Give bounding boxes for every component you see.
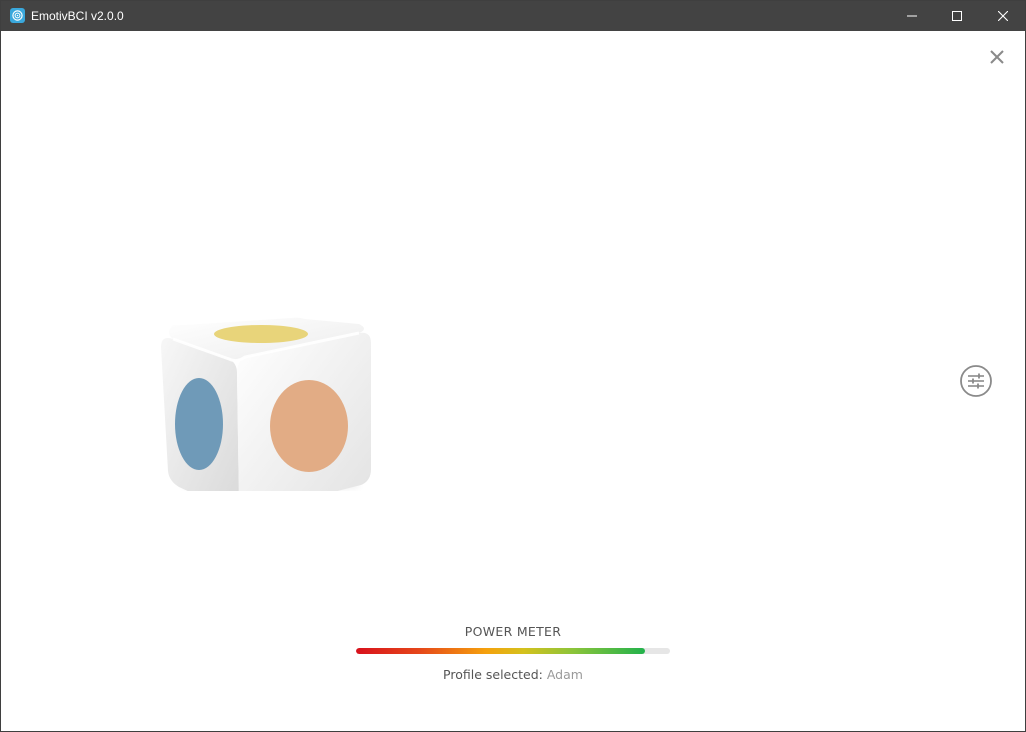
minimize-button[interactable] — [889, 1, 935, 31]
profile-selected: Profile selected: Adam — [363, 667, 663, 682]
cube-left-circle — [175, 378, 223, 470]
emotiv-logo-icon — [10, 8, 25, 23]
cube-right-circle — [270, 380, 348, 472]
maximize-button[interactable] — [934, 1, 980, 31]
cube-top-circle — [214, 325, 308, 343]
training-cube — [161, 317, 371, 491]
minimize-icon — [907, 15, 917, 17]
app-window: EmotivBCI v2.0.0 POWER METER Profile sel… — [0, 0, 1026, 732]
maximize-icon — [952, 11, 962, 21]
title-bar[interactable]: EmotivBCI v2.0.0 — [1, 1, 1025, 31]
close-icon — [998, 11, 1008, 21]
window-title: EmotivBCI v2.0.0 — [31, 9, 124, 23]
power-meter-track — [356, 648, 670, 654]
power-meter-fill — [356, 648, 645, 654]
main-content: POWER METER Profile selected: Adam — [1, 31, 1025, 731]
profile-value: Adam — [546, 667, 583, 682]
close-icon[interactable] — [989, 49, 1005, 65]
window-close-button[interactable] — [980, 1, 1026, 31]
sliders-settings-icon[interactable] — [959, 364, 993, 398]
profile-label: Profile selected: — [443, 667, 543, 682]
power-meter-label: POWER METER — [464, 624, 562, 639]
